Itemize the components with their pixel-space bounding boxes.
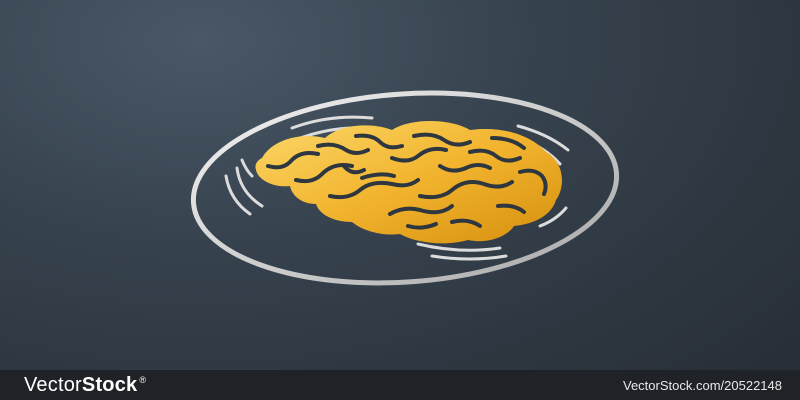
registered-mark: ® — [139, 374, 147, 385]
watermark-bar: Vector Stock ® VectorStock.com/20522148 — [0, 370, 800, 400]
brand-light-text: Vector — [24, 373, 82, 396]
image-credit: VectorStock.com/20522148 — [623, 377, 782, 393]
stock-image: Vector Stock ® VectorStock.com/20522148 — [0, 0, 800, 400]
vectorstock-logo: Vector Stock ® — [24, 374, 146, 397]
brand-bold-text: Stock — [81, 373, 138, 396]
brain-illustration — [190, 90, 620, 286]
brain-icon — [255, 121, 562, 244]
